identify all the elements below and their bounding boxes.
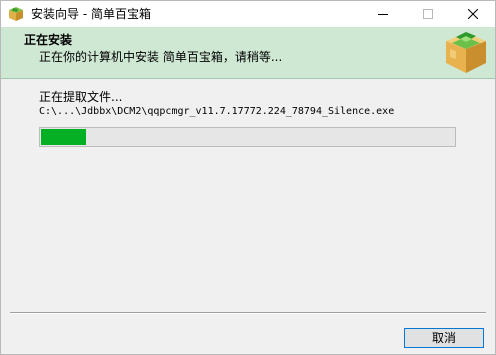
box-logo-icon [8,6,24,22]
divider [10,312,486,314]
installer-window: 安装向导 - 简单百宝箱 正在安装 正在你的计算机中安装 简单百宝箱，请稍等..… [0,0,496,355]
progress-fill [41,129,86,145]
status-label: 正在提取文件... [39,90,123,104]
maximize-button[interactable] [405,1,450,27]
header-subtitle: 正在你的计算机中安装 简单百宝箱，请稍等... [39,50,283,64]
progress-bar [39,127,456,147]
close-button[interactable] [450,1,495,27]
package-box-logo [442,29,490,77]
title-bar[interactable]: 安装向导 - 简单百宝箱 [1,1,495,27]
cancel-button[interactable]: 取消 [404,328,484,348]
file-path: C:\...\Jdbbx\DCM2\qqpcmgr_v11.7.17772.22… [39,106,395,117]
header-panel: 正在安装 正在你的计算机中安装 简单百宝箱，请稍等... [1,27,495,79]
close-icon [467,9,478,19]
maximize-icon [422,9,433,19]
minimize-icon [377,9,388,19]
window-title: 安装向导 - 简单百宝箱 [31,7,151,21]
minimize-button[interactable] [360,1,405,27]
header-title: 正在安装 [24,33,73,47]
